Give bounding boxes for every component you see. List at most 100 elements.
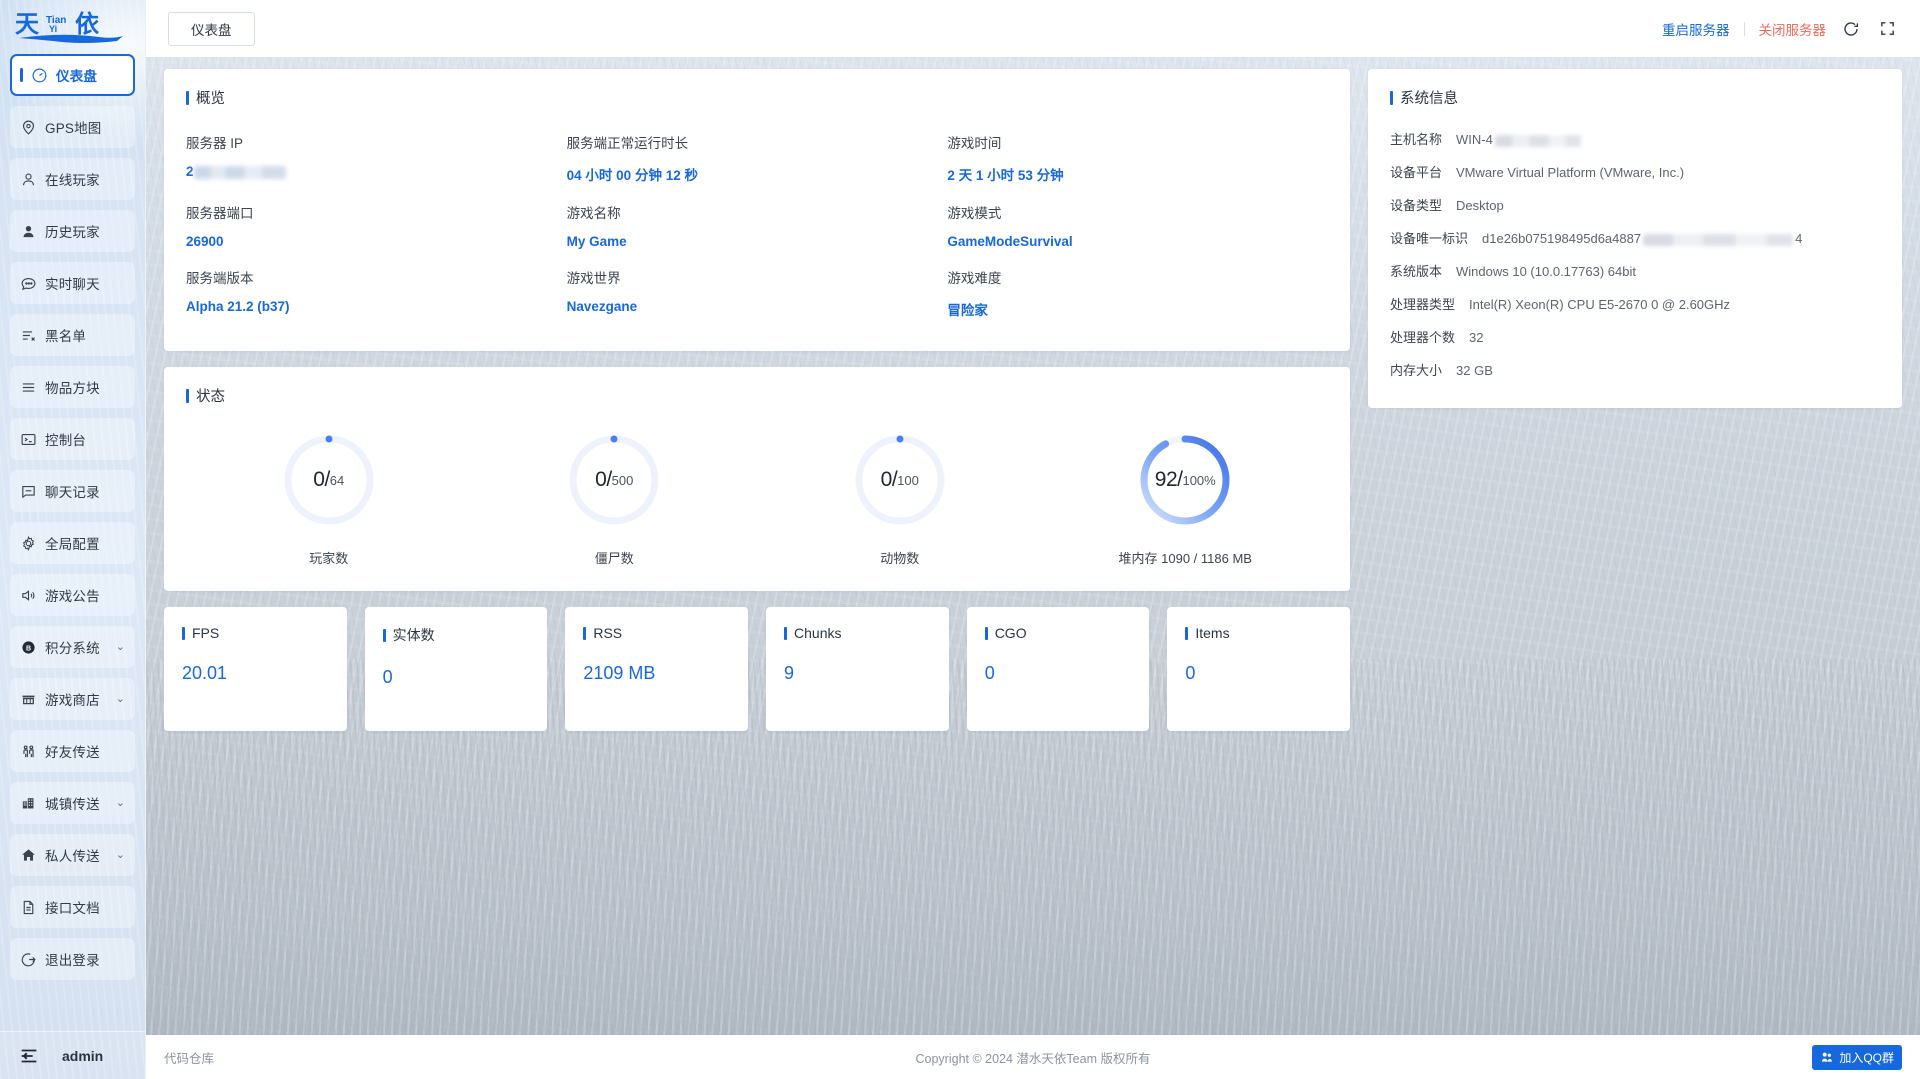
svg-text:Yi: Yi: [49, 24, 57, 34]
sidebar-item-online-players[interactable]: 在线玩家: [10, 158, 135, 200]
chevron-down-icon: ⌄: [115, 796, 125, 809]
chevron-down-icon: ⌄: [115, 692, 125, 705]
overview-field: 游戏时间 2 天 1 小时 53 分钟: [947, 122, 1328, 192]
refresh-icon[interactable]: [1840, 18, 1862, 40]
value-text: d1e26b075198495d6a4887: [1482, 231, 1642, 246]
system-row-cpu-model: 处理器类型 Intel(R) Xeon(R) CPU E5-2670 0 @ 2…: [1390, 287, 1880, 320]
ip-prefix: 2: [186, 164, 194, 179]
sidebar-item-private-teleport[interactable]: 私人传送 ⌄: [10, 834, 135, 876]
sidebar-item-town-teleport[interactable]: 城镇传送 ⌄: [10, 782, 135, 824]
overview-field: 服务端正常运行时长 04 小时 00 分钟 12 秒: [567, 122, 948, 192]
ring-value: 92 / 100 %: [1137, 432, 1233, 528]
sidebar-item-gps-map[interactable]: GPS地图: [10, 106, 135, 148]
sidebar-item-friend-teleport[interactable]: 好友传送: [10, 730, 135, 772]
overview-field: 服务器端口 26900: [186, 192, 567, 257]
stat-cards-row: FPS 20.01 实体数 0 RSS 2109 MB Chunks 9 CGO…: [164, 607, 1351, 731]
sidebar-item-api-docs[interactable]: 接口文档: [10, 886, 135, 928]
row-value: 32: [1469, 330, 1484, 345]
sidebar-item-label: 全局配置: [45, 537, 100, 552]
join-qq-group-button[interactable]: 加入QQ群: [1812, 1044, 1902, 1070]
logout-icon: [20, 951, 37, 968]
row-label: 处理器类型: [1390, 297, 1456, 312]
field-value-port: 26900: [186, 234, 224, 249]
restart-server-button[interactable]: 重启服务器: [1662, 19, 1730, 39]
overview-field: 游戏难度 冒险家: [947, 257, 1328, 327]
field-value-game-mode: GameModeSurvival: [947, 234, 1073, 249]
stat-card-cgo: CGO 0: [966, 607, 1150, 731]
repo-link[interactable]: 代码仓库: [164, 1048, 214, 1067]
title-accent-bar: [186, 90, 189, 105]
system-row-memory-size: 内存大小 32 GB: [1390, 353, 1880, 386]
brand-logo[interactable]: 天 Tian Yi 依: [0, 0, 145, 48]
stat-card-fps: FPS 20.01: [164, 607, 347, 731]
sidebar: 天 Tian Yi 依 仪表盘 GPS地图 在线玩家 历史玩家 实时聊天 黑名单…: [0, 0, 146, 1079]
doc-icon: [20, 899, 37, 916]
field-label: 游戏名称: [566, 206, 621, 221]
tab-dashboard[interactable]: 仪表盘: [168, 11, 255, 46]
fullscreen-icon[interactable]: [1876, 18, 1898, 40]
sidebar-item-chat-records[interactable]: 聊天记录: [10, 470, 135, 512]
overview-title: 概览: [196, 91, 225, 107]
title-accent-bar: [583, 626, 587, 640]
stat-title-row: 实体数: [382, 625, 530, 645]
sidebar-item-label: 控制台: [45, 433, 87, 448]
redacted-block: [193, 165, 286, 179]
field-label: 游戏难度: [947, 271, 1002, 286]
title-accent-bar: [1390, 90, 1393, 105]
sidebar-item-global-config[interactable]: 全局配置: [10, 522, 135, 564]
sidebar-item-blacklist[interactable]: 黑名单: [10, 314, 135, 356]
logo-graphic: 天 Tian Yi 依: [13, 6, 133, 46]
redacted-block: [1643, 233, 1794, 246]
sidebar-footer: admin: [0, 1031, 145, 1079]
svg-text:依: 依: [75, 11, 100, 38]
stat-title: 实体数: [392, 627, 435, 643]
gauge-value: 0: [880, 468, 893, 491]
sidebar-item-live-chat[interactable]: 实时聊天: [10, 262, 135, 304]
sidebar-item-label: 仪表盘: [56, 69, 98, 84]
redacted-block: [1494, 134, 1581, 147]
stat-card-chunks: Chunks 9: [766, 607, 949, 731]
sidebar-item-label: 在线玩家: [45, 173, 100, 188]
gear-icon: [20, 535, 37, 552]
row-value: d1e26b075198495d6a4887 4: [1482, 231, 1802, 246]
sidebar-item-points-system[interactable]: B 积分系统 ⌄: [10, 626, 135, 668]
system-info-card: 系统信息 主机名称 WIN-4 设备平台 VMware Virtual Plat…: [1368, 69, 1902, 408]
overview-body: 服务器 IP 2 服务端正常运行时长 04 小时 00 分钟 12 秒 游戏时间…: [164, 108, 1350, 351]
system-row-hostname: 主机名称 WIN-4: [1390, 122, 1880, 155]
menu-lines-icon: [20, 379, 37, 396]
sidebar-item-history-players[interactable]: 历史玩家: [10, 210, 135, 252]
message-icon: [20, 483, 37, 500]
collapse-icon[interactable]: [18, 1045, 40, 1067]
sidebar-item-console[interactable]: 控制台: [10, 418, 135, 460]
sidebar-item-label: 好友传送: [45, 745, 100, 760]
row-label: 系统版本: [1390, 264, 1443, 279]
sidebar-item-logout[interactable]: 退出登录: [10, 938, 135, 980]
sidebar-item-items-blocks[interactable]: 物品方块: [10, 366, 135, 408]
map-pin-icon: [20, 119, 37, 136]
sidebar-item-dashboard[interactable]: 仪表盘: [10, 54, 135, 96]
stat-card-entities: 实体数 0: [364, 607, 548, 731]
progress-ring: 0 / 500: [566, 432, 662, 528]
field-label: 游戏模式: [947, 206, 1002, 221]
gauge-heap-memory: 92 / 100 % 堆内存 1090 / 1186 MB: [1085, 432, 1285, 567]
stat-title-row: RSS: [583, 625, 730, 641]
active-indicator: [20, 68, 23, 82]
gauge-label: 僵尸数: [594, 551, 634, 566]
gauge-label: 玩家数: [309, 551, 349, 566]
stat-value: 0: [1185, 663, 1196, 683]
field-value-server-version: Alpha 21.2 (b37): [186, 299, 290, 314]
title-accent-bar: [182, 626, 185, 640]
sidebar-item-label: 黑名单: [45, 329, 87, 344]
row-value: Desktop: [1456, 198, 1504, 213]
sidebar-item-game-shop[interactable]: 游戏商店 ⌄: [10, 678, 135, 720]
sidebar-item-label: 游戏公告: [45, 589, 100, 604]
row-label: 设备平台: [1390, 165, 1443, 180]
stat-title-row: Items: [1185, 625, 1332, 641]
copyright-text: Copyright © 2024 潜水天依Team 版权所有: [915, 1051, 1151, 1066]
stat-value: 9: [784, 663, 795, 683]
field-value-uptime: 04 小时 00 分钟 12 秒: [566, 168, 698, 183]
shutdown-server-button[interactable]: 关闭服务器: [1759, 19, 1827, 39]
stat-card-items: Items 0: [1167, 607, 1351, 731]
overview-field: 游戏名称 My Game: [567, 192, 948, 257]
sidebar-item-announcements[interactable]: 游戏公告: [10, 574, 135, 616]
